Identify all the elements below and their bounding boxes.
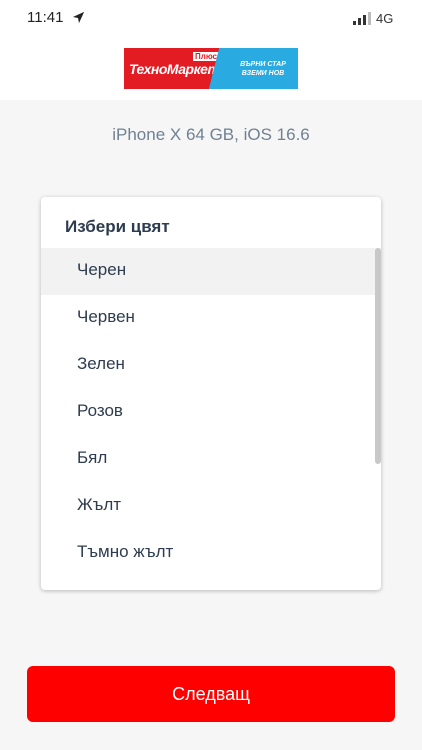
logo-plus-badge: Плюс [193,52,220,61]
status-bar: 11:41 4G [0,0,422,38]
color-option-list[interactable]: Черен Червен Зелен Розов Бял Жълт Тъмно … [41,248,381,577]
logo-tagline-line1: ВЪРНИ СТАР [240,61,286,68]
color-option-black[interactable]: Черен [41,248,381,295]
cellular-signal-icon [353,12,371,25]
device-label: iPhone X 64 GB, iOS 16.6 [112,125,310,144]
logo-tagline-line2: ВЗЕМИ НОВ [241,70,285,77]
technomarket-logo: ТехноМаркет Плюс ВЪРНИ СТАР ВЗЕМИ НОВ [124,48,298,89]
network-type: 4G [376,11,394,26]
color-option-red[interactable]: Червен [41,295,381,342]
color-option-pink[interactable]: Розов [41,389,381,436]
color-option-yellow[interactable]: Жълт [41,483,381,530]
color-option-green[interactable]: Зелен [41,342,381,389]
color-option-dark-yellow[interactable]: Тъмно жълт [41,530,381,577]
option-list-scrollbar[interactable] [375,248,381,464]
color-picker-card: Избери цвят Черен Червен Зелен Розов Бял… [41,197,381,590]
header: ТехноМаркет Плюс ВЪРНИ СТАР ВЗЕМИ НОВ [0,38,422,100]
color-option-white[interactable]: Бял [41,436,381,483]
logo-brand-block: ТехноМаркет Плюс [124,48,228,89]
next-button[interactable]: Следващ [27,666,395,722]
status-time: 11:41 [27,9,64,26]
location-arrow-icon [72,11,85,24]
logo-tagline-block: ВЪРНИ СТАР ВЗЕМИ НОВ [228,48,298,89]
color-picker-title: Избери цвят [65,217,170,236]
logo-brand-text: ТехноМаркет [129,61,220,77]
